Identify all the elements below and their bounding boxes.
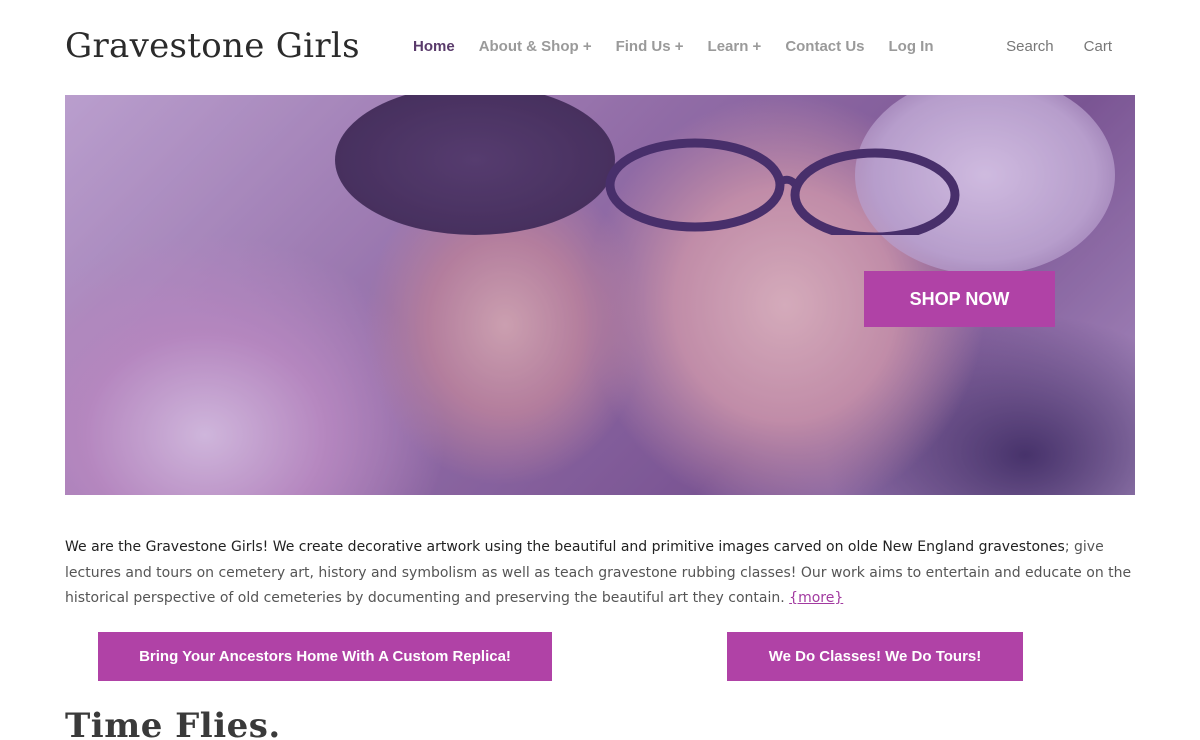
- utility-nav: Search Cart: [1006, 38, 1112, 55]
- section-title: Time Flies.: [65, 706, 281, 740]
- nav-contact-us[interactable]: Contact Us: [785, 38, 864, 55]
- custom-replica-button[interactable]: Bring Your Ancestors Home With A Custom …: [98, 632, 552, 681]
- search-link[interactable]: Search: [1006, 38, 1054, 55]
- nav-about-shop[interactable]: About & Shop +: [479, 38, 592, 55]
- nav-log-in[interactable]: Log In: [889, 38, 934, 55]
- intro-text: We are the Gravestone Girls! We create d…: [65, 535, 1140, 612]
- intro-lead: We are the Gravestone Girls! We create d…: [65, 539, 1065, 555]
- classes-tours-button[interactable]: We Do Classes! We Do Tours!: [727, 632, 1023, 681]
- cart-link[interactable]: Cart: [1084, 38, 1112, 55]
- nav-home[interactable]: Home: [413, 38, 455, 55]
- nav-learn[interactable]: Learn +: [708, 38, 762, 55]
- site-title[interactable]: Gravestone Girls: [65, 26, 360, 66]
- shop-now-button[interactable]: SHOP NOW: [864, 271, 1055, 327]
- more-link[interactable]: {more}: [789, 590, 843, 606]
- nav-find-us[interactable]: Find Us +: [616, 38, 684, 55]
- main-nav: Home About & Shop + Find Us + Learn + Co…: [413, 38, 934, 55]
